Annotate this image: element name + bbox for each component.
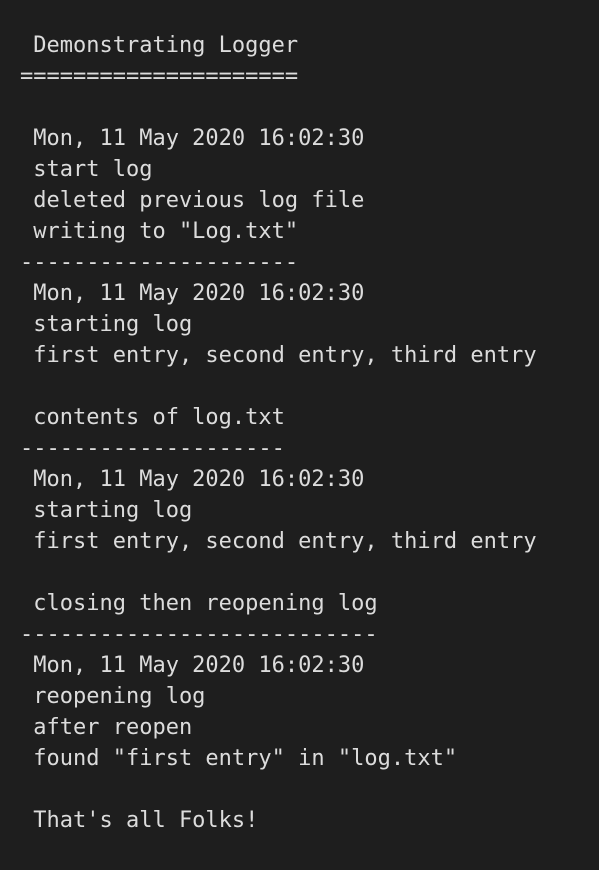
console-line: after reopen bbox=[20, 715, 193, 740]
console-line: --------------------------- bbox=[20, 622, 378, 647]
console-line: writing to "Log.txt" bbox=[20, 219, 299, 244]
console-line: Mon, 11 May 2020 16:02:30 bbox=[20, 126, 365, 151]
console-line: first entry, second entry, third entry bbox=[20, 343, 537, 368]
console-line: first entry, second entry, third entry bbox=[20, 529, 537, 554]
console-line: --------------------- bbox=[20, 250, 299, 275]
console-line: Mon, 11 May 2020 16:02:30 bbox=[20, 281, 365, 306]
console-line: closing then reopening log bbox=[20, 591, 378, 616]
console-line: That's all Folks! bbox=[20, 808, 259, 833]
console-line: Mon, 11 May 2020 16:02:30 bbox=[20, 653, 365, 678]
console-line: Mon, 11 May 2020 16:02:30 bbox=[20, 467, 365, 492]
console-line: ===================== bbox=[20, 64, 299, 89]
console-line: found "first entry" in "log.txt" bbox=[20, 746, 458, 771]
console-output: Demonstrating Logger ===================… bbox=[0, 0, 599, 870]
console-line: -------------------- bbox=[20, 436, 285, 461]
console-line: deleted previous log file bbox=[20, 188, 365, 213]
console-line: start log bbox=[20, 157, 153, 182]
console-line: starting log bbox=[20, 498, 193, 523]
console-line: Demonstrating Logger bbox=[20, 33, 299, 58]
console-line: contents of log.txt bbox=[20, 405, 285, 430]
console-line: reopening log bbox=[20, 684, 206, 709]
console-line: starting log bbox=[20, 312, 193, 337]
